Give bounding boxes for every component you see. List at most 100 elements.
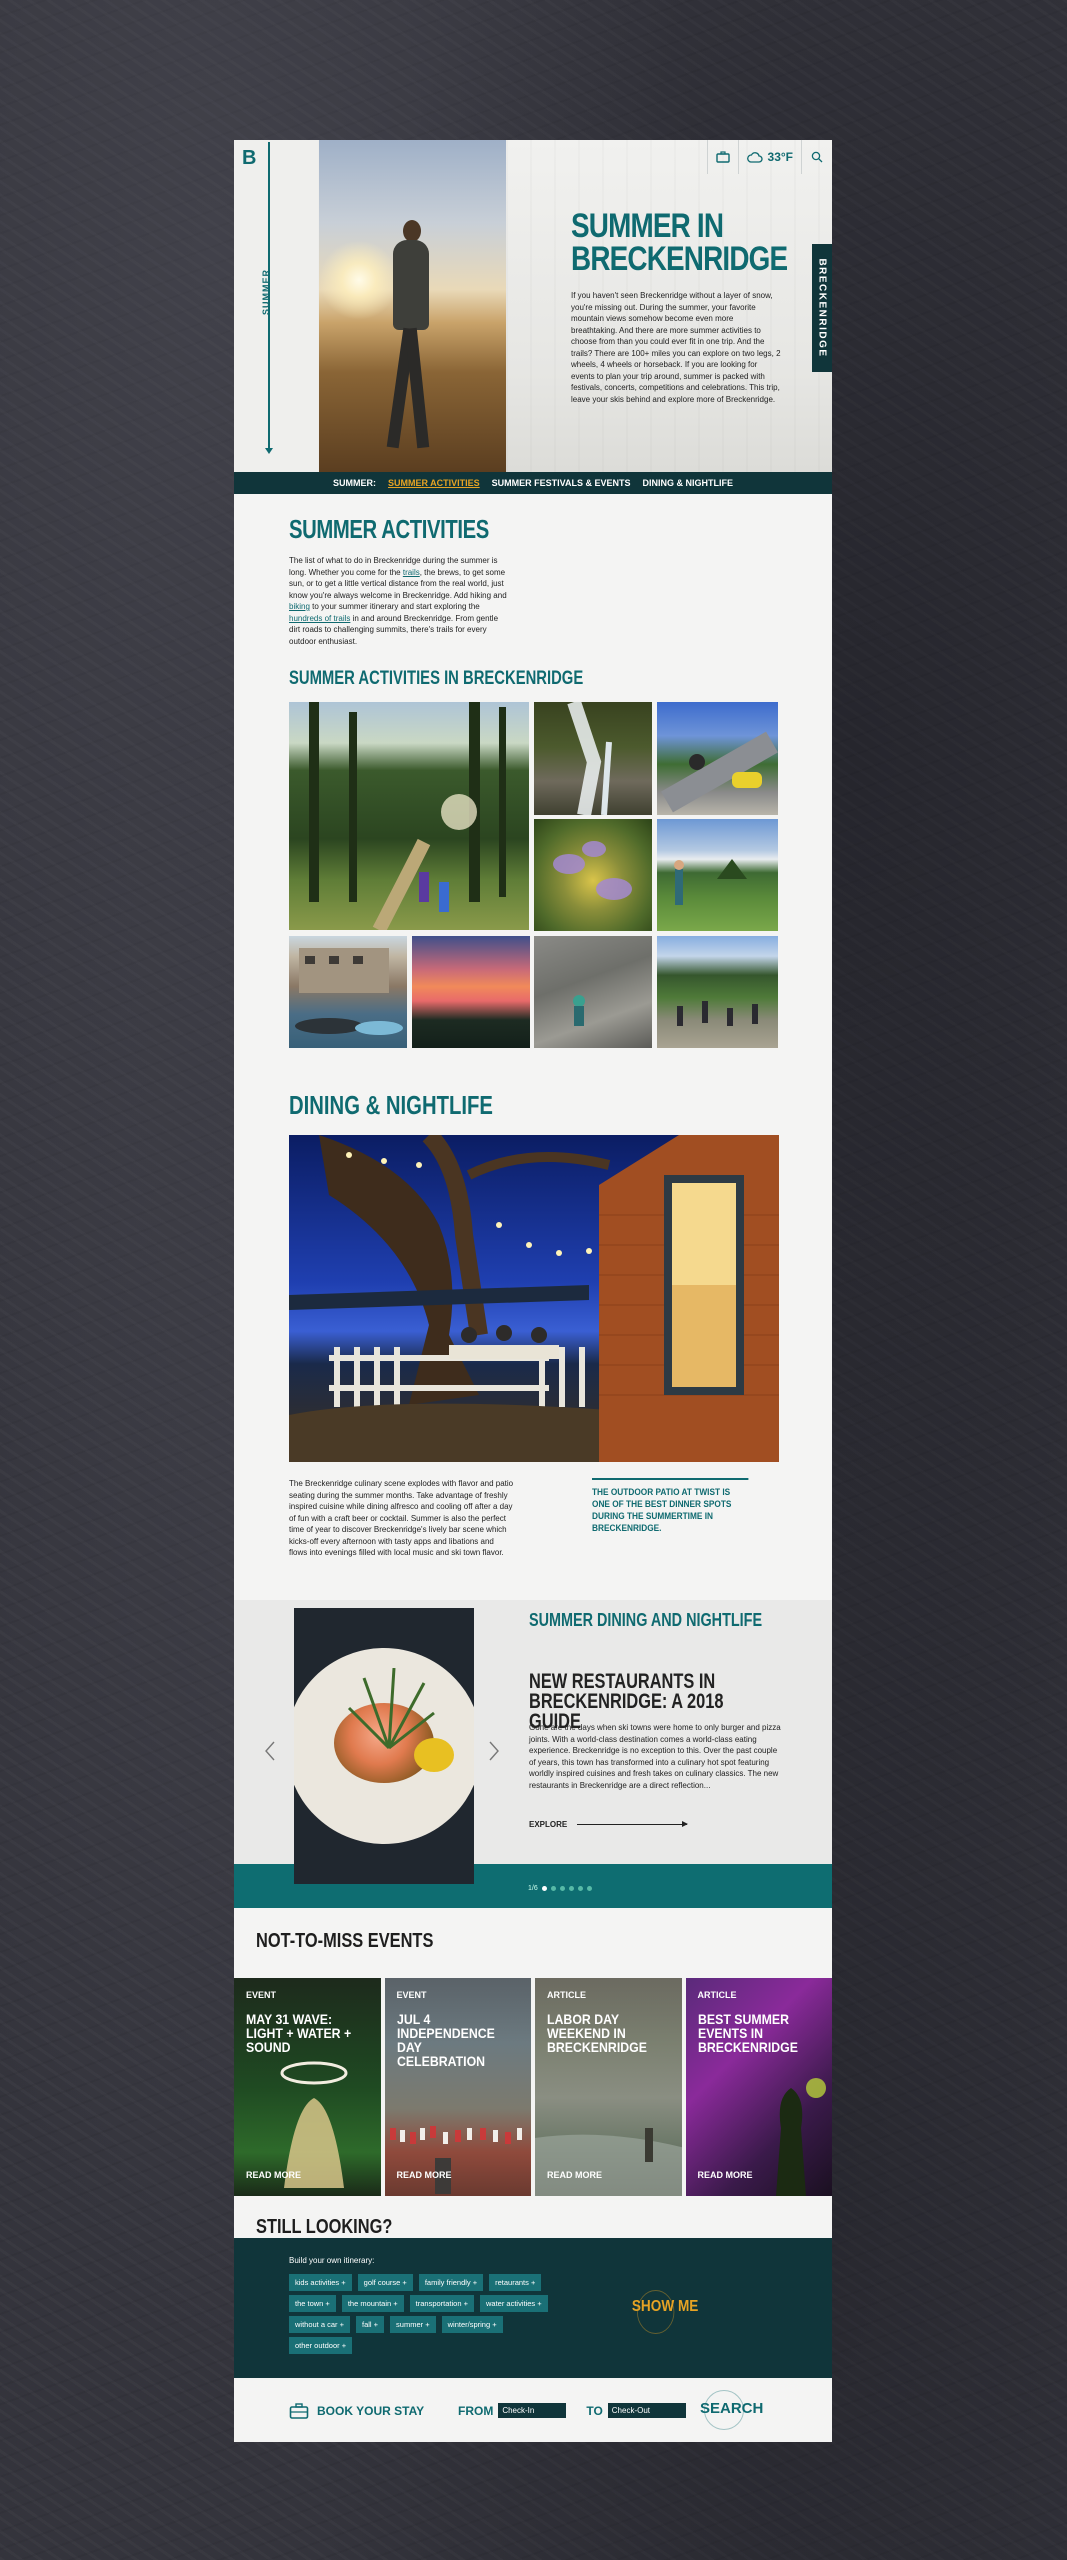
- gallery-photo-rock-climbing[interactable]: [534, 936, 652, 1048]
- gallery-photo-forest-bikers[interactable]: [289, 702, 529, 930]
- search-icon[interactable]: [801, 140, 832, 174]
- carousel-article-body: Gone are the days when ski towns were ho…: [529, 1723, 781, 1790]
- tag-the-town[interactable]: the town +: [289, 2295, 336, 2312]
- carousel-kicker: SUMMER DINING AND NIGHTLIFE: [529, 1610, 763, 1630]
- arrow-right-icon: [577, 1821, 689, 1827]
- tag-other-outdoor[interactable]: other outdoor +: [289, 2337, 353, 2354]
- gallery-photo-golfer[interactable]: [657, 819, 778, 931]
- tag-winter-spring[interactable]: winter/spring +: [441, 2316, 503, 2333]
- from-label: FROM: [458, 2403, 494, 2418]
- tag-without-a-car[interactable]: without a car +: [289, 2316, 350, 2333]
- subnav-summer-activities[interactable]: SUMMER ACTIVITIES: [388, 478, 480, 488]
- pager-dot[interactable]: [577, 1886, 583, 1891]
- event-title: JUL 4 INDEPENDENCE DAY CELEBRATION: [396, 2011, 495, 2069]
- carousel-pager: 1/6: [528, 1885, 592, 1892]
- still-looking-title: STILL LOOKING?: [256, 2216, 393, 2238]
- subnav-label: SUMMER:: [332, 478, 376, 488]
- chevron-right-icon: [489, 1741, 499, 1761]
- event-card[interactable]: EVENT MAY 31 WAVE: LIGHT + WATER + SOUND…: [234, 1978, 381, 2196]
- sidebar-label: SUMMER: [261, 269, 271, 315]
- events-row: EVENT MAY 31 WAVE: LIGHT + WATER + SOUND…: [234, 1978, 832, 2196]
- gallery-photo-sunset[interactable]: [412, 936, 530, 1048]
- tag-summer[interactable]: summer +: [390, 2316, 436, 2333]
- tag-the-mountain[interactable]: the mountain +: [341, 2295, 404, 2312]
- logo[interactable]: B: [242, 148, 260, 168]
- read-more-link[interactable]: READ MORE: [547, 2170, 602, 2180]
- weather-widget[interactable]: 33°F: [737, 140, 801, 174]
- tag-golf-course[interactable]: golf course +: [357, 2274, 413, 2291]
- events-title: NOT-TO-MISS EVENTS: [256, 1930, 434, 1952]
- cloud-icon: [746, 151, 763, 163]
- gallery-photo-alpine-slide[interactable]: [657, 702, 778, 815]
- suitcase-icon[interactable]: [706, 140, 738, 174]
- carousel-next-button[interactable]: [488, 1740, 500, 1767]
- brand-tab[interactable]: BRECKENRIDGE: [812, 244, 832, 372]
- trails-link[interactable]: trails: [403, 568, 420, 577]
- event-title: MAY 31 WAVE: LIGHT + WATER + SOUND: [246, 2011, 352, 2055]
- gallery-photo-kayaking[interactable]: [289, 936, 407, 1048]
- read-more-link[interactable]: READ MORE: [698, 2170, 753, 2180]
- biking-link[interactable]: biking: [289, 602, 310, 611]
- gallery-title: SUMMER ACTIVITIES IN BRECKENRIDGE: [289, 668, 584, 689]
- tag-water-activities[interactable]: water activities +: [479, 2295, 548, 2312]
- dining-body: The Breckenridge culinary scene explodes…: [289, 1479, 514, 1557]
- gallery-photo-columbines[interactable]: [534, 819, 652, 931]
- activities-title: SUMMER ACTIVITIES: [289, 514, 489, 544]
- dining-pull-quote: THE OUTDOOR PATIO AT TWIST IS ONE OF THE…: [592, 1478, 749, 1534]
- pager-dot[interactable]: [568, 1886, 574, 1891]
- pager-count: 1/6: [528, 1885, 538, 1892]
- carousel-prev-button[interactable]: [264, 1740, 276, 1767]
- dining-patio-photo: [289, 1135, 779, 1462]
- search-button[interactable]: SEARCH: [700, 2390, 763, 2430]
- pager-dot[interactable]: [541, 1886, 547, 1891]
- subnav-dining-nightlife[interactable]: DINING & NIGHTLIFE: [643, 478, 734, 488]
- left-sidebar: B SUMMER: [234, 140, 318, 472]
- hero-title: SUMMER IN BRECKENRIDGE: [571, 207, 788, 278]
- date-fields: FROM Check-In TO Check-Out: [458, 2403, 686, 2418]
- pager-dot[interactable]: [586, 1886, 592, 1891]
- subnav-festivals-events[interactable]: SUMMER FESTIVALS & EVENTS: [492, 478, 631, 488]
- tag-family-friendly[interactable]: family friendly +: [418, 2274, 484, 2291]
- event-kind: EVENT: [396, 1990, 427, 2000]
- gallery-photo-waterfall[interactable]: [534, 702, 652, 815]
- suitcase-icon: [289, 2403, 309, 2419]
- itinerary-label: Build your own itinerary:: [289, 2256, 375, 2265]
- event-kind: ARTICLE: [697, 1990, 737, 2000]
- pager-dot[interactable]: [550, 1886, 556, 1891]
- activities-body: The list of what to do in Breckenridge d…: [289, 556, 507, 646]
- pager-dot[interactable]: [559, 1886, 565, 1891]
- explore-link[interactable]: EXPLORE: [529, 1820, 689, 1829]
- carousel-food-photo[interactable]: [294, 1608, 474, 1884]
- event-card[interactable]: EVENT JUL 4 INDEPENDENCE DAY CELEBRATION…: [384, 1978, 531, 2196]
- webpage-mockup: B SUMMER 33°F SUMMER IN BRECKENRIDGE If …: [234, 140, 832, 2442]
- event-card[interactable]: ARTICLE BEST SUMMER EVENTS IN BRECKENRID…: [685, 1978, 832, 2196]
- itinerary-builder: Build your own itinerary: kids activitie…: [234, 2238, 832, 2378]
- summer-subnav: SUMMER: SUMMER ACTIVITIES SUMMER FESTIVA…: [234, 472, 832, 494]
- event-card[interactable]: ARTICLE LABOR DAY WEEKEND IN BRECKENRIDG…: [535, 1978, 682, 2196]
- show-me-button[interactable]: SHOW ME: [632, 2290, 698, 2334]
- event-title: BEST SUMMER EVENTS IN BRECKENRIDGE: [697, 2011, 798, 2055]
- chevron-left-icon: [265, 1741, 275, 1761]
- tag-restaurants[interactable]: retaurants +: [489, 2274, 542, 2291]
- check-in-field[interactable]: Check-In: [498, 2403, 567, 2418]
- tag-kids-activities[interactable]: kids activities +: [289, 2274, 352, 2291]
- read-more-link[interactable]: READ MORE: [246, 2170, 301, 2180]
- tag-fall[interactable]: fall +: [355, 2316, 385, 2333]
- check-out-field[interactable]: Check-Out: [607, 2403, 686, 2418]
- hero-image: [319, 140, 506, 472]
- top-utility-bar: 33°F: [706, 140, 832, 174]
- tag-transportation[interactable]: transportation +: [409, 2295, 474, 2312]
- read-more-link[interactable]: READ MORE: [397, 2170, 452, 2180]
- to-label: TO: [586, 2403, 603, 2418]
- dining-title: DINING & NIGHTLIFE: [289, 1090, 493, 1120]
- hero-body: If you haven't seen Breckenridge without…: [571, 291, 781, 404]
- hero: B SUMMER 33°F SUMMER IN BRECKENRIDGE If …: [234, 140, 832, 472]
- gallery-photo-trail-runners[interactable]: [657, 936, 778, 1048]
- event-kind: ARTICLE: [547, 1990, 586, 2000]
- activities-gallery: [289, 702, 778, 1072]
- hundreds-of-trails-link[interactable]: hundreds of trails: [289, 614, 350, 623]
- event-title: LABOR DAY WEEKEND IN BRECKENRIDGE: [547, 2011, 647, 2055]
- book-label: BOOK YOUR STAY: [317, 2404, 425, 2418]
- itinerary-tags: kids activities + golf course + family f…: [289, 2274, 559, 2354]
- event-kind: EVENT: [246, 1990, 277, 2000]
